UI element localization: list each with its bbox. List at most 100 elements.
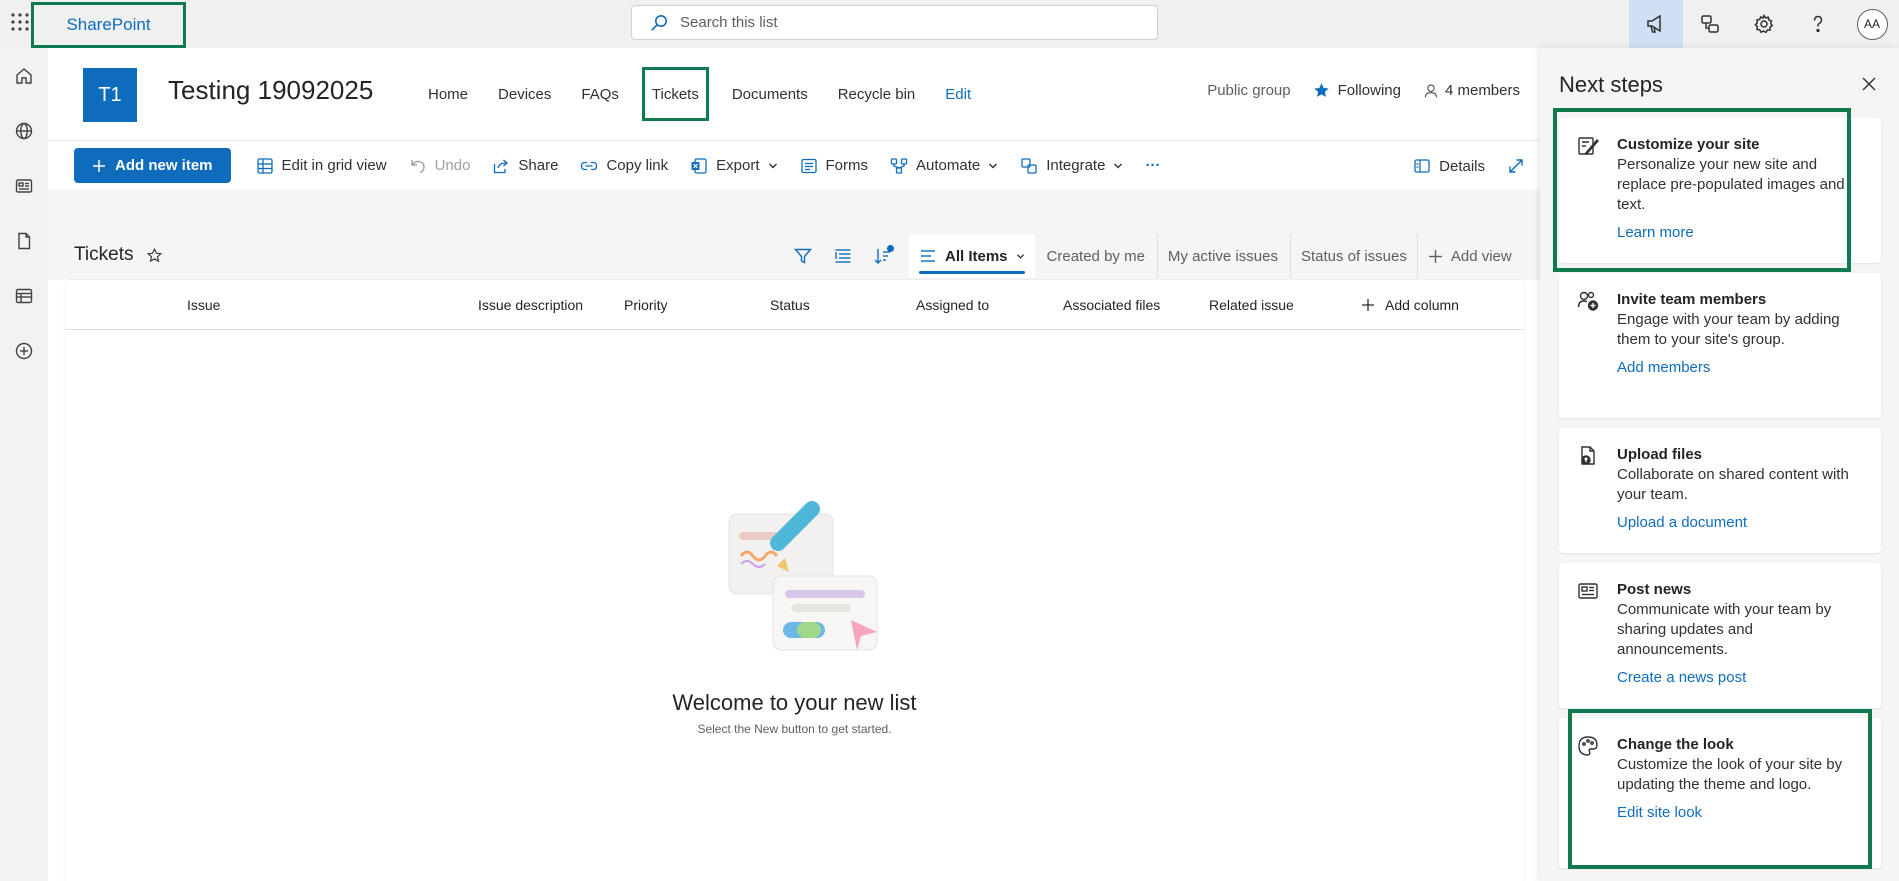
search-box[interactable]: Search this list bbox=[631, 5, 1158, 40]
invite-members-icon bbox=[1576, 289, 1600, 313]
members-button[interactable]: 4 members bbox=[1423, 82, 1520, 99]
link-icon bbox=[580, 157, 598, 175]
plus-icon bbox=[92, 159, 106, 173]
sort-indicator-dot bbox=[887, 245, 894, 252]
view-tab-created-by-me[interactable]: Created by me bbox=[1037, 234, 1155, 278]
add-column-button[interactable]: Add column bbox=[1361, 280, 1459, 330]
add-new-item-label: Add new item bbox=[115, 157, 213, 174]
filter-icon[interactable] bbox=[783, 234, 823, 278]
upload-document-link[interactable]: Upload a document bbox=[1617, 514, 1865, 531]
app-launcher-icon[interactable] bbox=[8, 10, 32, 34]
lists-icon[interactable] bbox=[12, 284, 36, 308]
create-add-icon[interactable] bbox=[12, 339, 36, 363]
nav-faqs[interactable]: FAQs bbox=[566, 67, 634, 121]
card-description: Collaborate on shared content with your … bbox=[1617, 466, 1849, 503]
view-all-items-tab[interactable]: All Items bbox=[909, 234, 1035, 278]
site-title[interactable]: Testing 19092025 bbox=[168, 75, 373, 106]
column-header-related-issue[interactable]: Related issue bbox=[1209, 280, 1294, 330]
settings-gear-icon[interactable] bbox=[1737, 0, 1791, 48]
nav-recycle-bin[interactable]: Recycle bin bbox=[823, 67, 931, 121]
plus-icon bbox=[1428, 249, 1443, 264]
nav-edit-link[interactable]: Edit bbox=[930, 67, 986, 121]
empty-state: Welcome to your new list Select the New … bbox=[65, 480, 1524, 736]
command-bar: Add new item Edit in grid view Undo Shar… bbox=[48, 140, 1540, 190]
site-logo-initials: T1 bbox=[98, 83, 122, 106]
automate-button[interactable]: Automate bbox=[879, 148, 1009, 183]
nav-documents[interactable]: Documents bbox=[717, 67, 823, 121]
account-button[interactable]: AA bbox=[1845, 0, 1899, 48]
search-input[interactable]: Search this list bbox=[680, 14, 778, 31]
edit-site-look-link[interactable]: Edit site look bbox=[1617, 804, 1865, 821]
list-grid: Issue Issue description Priority Status … bbox=[65, 280, 1524, 881]
nav-tickets[interactable]: Tickets bbox=[641, 67, 709, 121]
next-steps-title: Next steps bbox=[1559, 72, 1663, 97]
integrate-button[interactable]: Integrate bbox=[1009, 148, 1134, 183]
excel-icon bbox=[690, 157, 708, 175]
view-tab-my-active-issues[interactable]: My active issues bbox=[1156, 234, 1288, 278]
undo-icon bbox=[409, 157, 427, 175]
app-name: SharePoint bbox=[66, 15, 151, 34]
view-list-icon bbox=[919, 247, 937, 265]
card-title: Upload files bbox=[1617, 446, 1703, 463]
globe-sites-icon[interactable] bbox=[12, 119, 36, 143]
view-tab-status-of-issues[interactable]: Status of issues bbox=[1289, 234, 1417, 278]
site-logo[interactable]: T1 bbox=[83, 68, 137, 122]
create-news-post-link[interactable]: Create a news post bbox=[1617, 669, 1865, 686]
automate-flow-icon bbox=[890, 157, 908, 175]
privacy-label: Public group bbox=[1207, 82, 1291, 99]
column-header-issue-description[interactable]: Issue description bbox=[478, 280, 583, 330]
sort-icon[interactable] bbox=[863, 234, 903, 278]
column-header-status[interactable]: Status bbox=[770, 280, 810, 330]
learn-more-link[interactable]: Learn more bbox=[1617, 224, 1865, 241]
whats-new-megaphone-icon[interactable] bbox=[1629, 0, 1683, 48]
nav-home[interactable]: Home bbox=[413, 67, 483, 121]
nav-devices[interactable]: Devices bbox=[483, 67, 566, 121]
undo-button[interactable]: Undo bbox=[398, 148, 482, 183]
help-question-icon[interactable] bbox=[1791, 0, 1845, 48]
document-icon[interactable] bbox=[12, 229, 36, 253]
star-filled-icon bbox=[1313, 82, 1330, 99]
suite-bar: SharePoint Search this list AA bbox=[0, 0, 1899, 48]
integrate-icon bbox=[1020, 157, 1038, 175]
copy-link-label: Copy link bbox=[606, 157, 669, 174]
group-by-icon[interactable] bbox=[823, 234, 863, 278]
export-button[interactable]: Export bbox=[679, 148, 788, 183]
following-label: Following bbox=[1337, 82, 1401, 99]
app-name-link[interactable]: SharePoint bbox=[31, 2, 186, 48]
column-header-assigned-to[interactable]: Assigned to bbox=[916, 280, 989, 330]
forms-button[interactable]: Forms bbox=[789, 148, 880, 183]
following-button[interactable]: Following bbox=[1313, 82, 1401, 99]
share-label: Share bbox=[518, 157, 559, 174]
card-description: Personalize your new site and replace pr… bbox=[1617, 156, 1845, 213]
column-header-associated-files[interactable]: Associated files bbox=[1063, 280, 1160, 330]
active-view-underline bbox=[919, 271, 1025, 274]
column-header-priority[interactable]: Priority bbox=[624, 280, 668, 330]
expand-button[interactable] bbox=[1496, 149, 1536, 184]
share-feedback-icon[interactable] bbox=[1683, 0, 1737, 48]
home-icon[interactable] bbox=[12, 64, 36, 88]
chevron-down-icon bbox=[1113, 161, 1123, 171]
favorite-star-icon[interactable] bbox=[147, 247, 163, 263]
news-icon[interactable] bbox=[12, 174, 36, 198]
add-view-button[interactable]: Add view bbox=[1416, 234, 1522, 278]
search-icon bbox=[650, 14, 668, 32]
edit-grid-view-label: Edit in grid view bbox=[281, 157, 387, 174]
edit-grid-view-button[interactable]: Edit in grid view bbox=[245, 148, 398, 183]
card-invite-team-members: Invite team members Engage with your tea… bbox=[1559, 273, 1881, 418]
chevron-down-icon bbox=[1016, 252, 1025, 261]
grid-table-icon bbox=[256, 157, 274, 175]
share-button[interactable]: Share bbox=[481, 148, 569, 183]
more-commands-button[interactable]: ··· bbox=[1134, 148, 1171, 183]
palette-icon bbox=[1576, 734, 1600, 758]
copy-link-button[interactable]: Copy link bbox=[569, 148, 679, 183]
details-label: Details bbox=[1439, 157, 1485, 175]
chevron-down-icon bbox=[988, 161, 998, 171]
details-pane-icon bbox=[1413, 157, 1431, 175]
list-view-bar: Tickets All Items Created by me My activ… bbox=[48, 190, 1540, 280]
add-new-item-button[interactable]: Add new item bbox=[74, 148, 231, 183]
column-header-issue[interactable]: Issue bbox=[187, 280, 220, 330]
details-button[interactable]: Details bbox=[1402, 149, 1496, 184]
close-icon[interactable] bbox=[1859, 74, 1879, 94]
command-bar-right: Details bbox=[1402, 141, 1540, 191]
add-members-link[interactable]: Add members bbox=[1617, 359, 1865, 376]
